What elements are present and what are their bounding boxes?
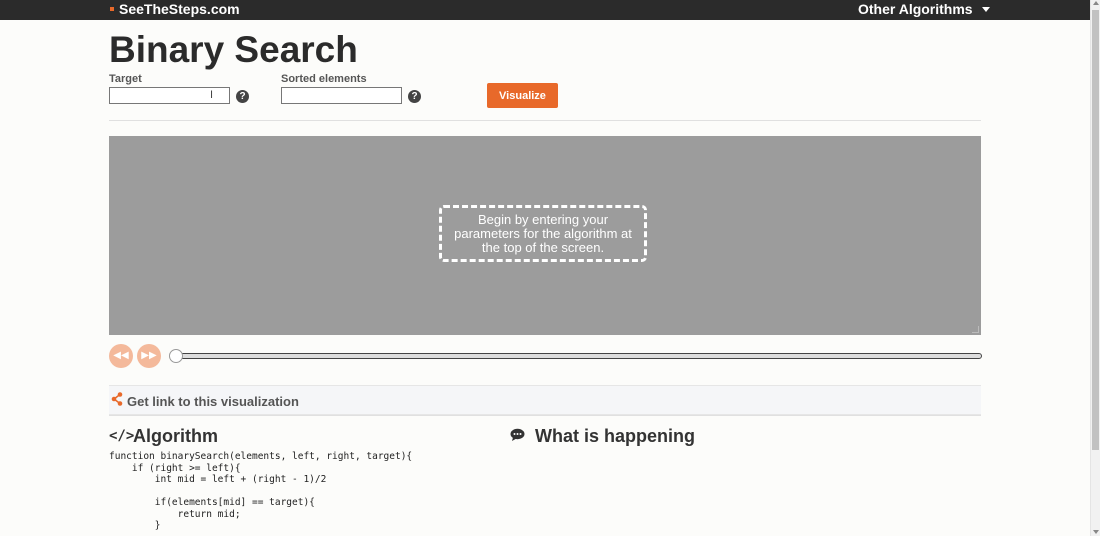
algorithm-code-block: function binarySearch(elements, left, ri… <box>109 451 412 532</box>
code-line: if (right >= left){ <box>109 462 241 474</box>
scrollbar-thumb[interactable] <box>1092 10 1099 450</box>
algorithm-heading: Algorithm <box>133 426 218 446</box>
header-divider <box>109 120 981 121</box>
code-line: int mid = left + (right - 1)/2 <box>109 474 327 485</box>
what-is-happening-heading: What is happening <box>535 426 695 446</box>
brand-label: SeeTheSteps.com <box>119 1 240 17</box>
visualization-stage: Begin by entering your parameters for th… <box>109 136 981 335</box>
share-icon <box>111 392 123 406</box>
rewind-button[interactable]: ◀◀ <box>109 344 133 368</box>
step-slider-handle[interactable] <box>169 349 183 363</box>
code-line: function binarySearch(elements, left, ri… <box>109 451 413 462</box>
page-scrollbar[interactable] <box>1090 0 1100 536</box>
sorted-elements-help-icon[interactable]: ? <box>408 90 421 103</box>
share-divider <box>109 415 981 416</box>
get-link-button[interactable]: Get link to this visualization <box>127 394 299 409</box>
other-algorithms-menu[interactable]: Other Algorithms <box>858 1 990 17</box>
target-label: Target <box>109 73 142 85</box>
top-navbar: SeeTheSteps.com Other Algorithms <box>0 0 1090 20</box>
code-icon: </> <box>109 428 135 444</box>
share-bar: Get link to this visualization <box>109 385 981 415</box>
page-title: Binary Search <box>109 29 358 70</box>
sorted-elements-label: Sorted elements <box>281 73 367 85</box>
caret-down-icon <box>981 7 990 12</box>
sorted-elements-input[interactable] <box>281 87 402 104</box>
target-help-icon[interactable]: ? <box>236 90 249 103</box>
site-brand-link[interactable]: SeeTheSteps.com <box>110 1 240 17</box>
code-line: if(elements[mid] == target){ <box>109 497 315 508</box>
scroll-up-arrow-icon[interactable] <box>1093 1 1099 5</box>
text-cursor-icon: I <box>210 89 214 101</box>
visualize-button[interactable]: Visualize <box>487 83 558 108</box>
code-line: return mid; <box>109 508 241 520</box>
code-line: } <box>109 520 161 531</box>
other-algorithms-label: Other Algorithms <box>858 1 973 17</box>
chat-bubble-icon <box>510 428 525 441</box>
stage-placeholder-message: Begin by entering your parameters for th… <box>439 205 647 262</box>
scroll-down-arrow-icon[interactable] <box>1093 530 1099 534</box>
fast-forward-button[interactable]: ▶▶ <box>137 344 161 368</box>
resize-grip-icon[interactable] <box>972 326 979 333</box>
step-slider-track[interactable] <box>175 353 982 359</box>
brand-dot-icon <box>110 7 114 11</box>
